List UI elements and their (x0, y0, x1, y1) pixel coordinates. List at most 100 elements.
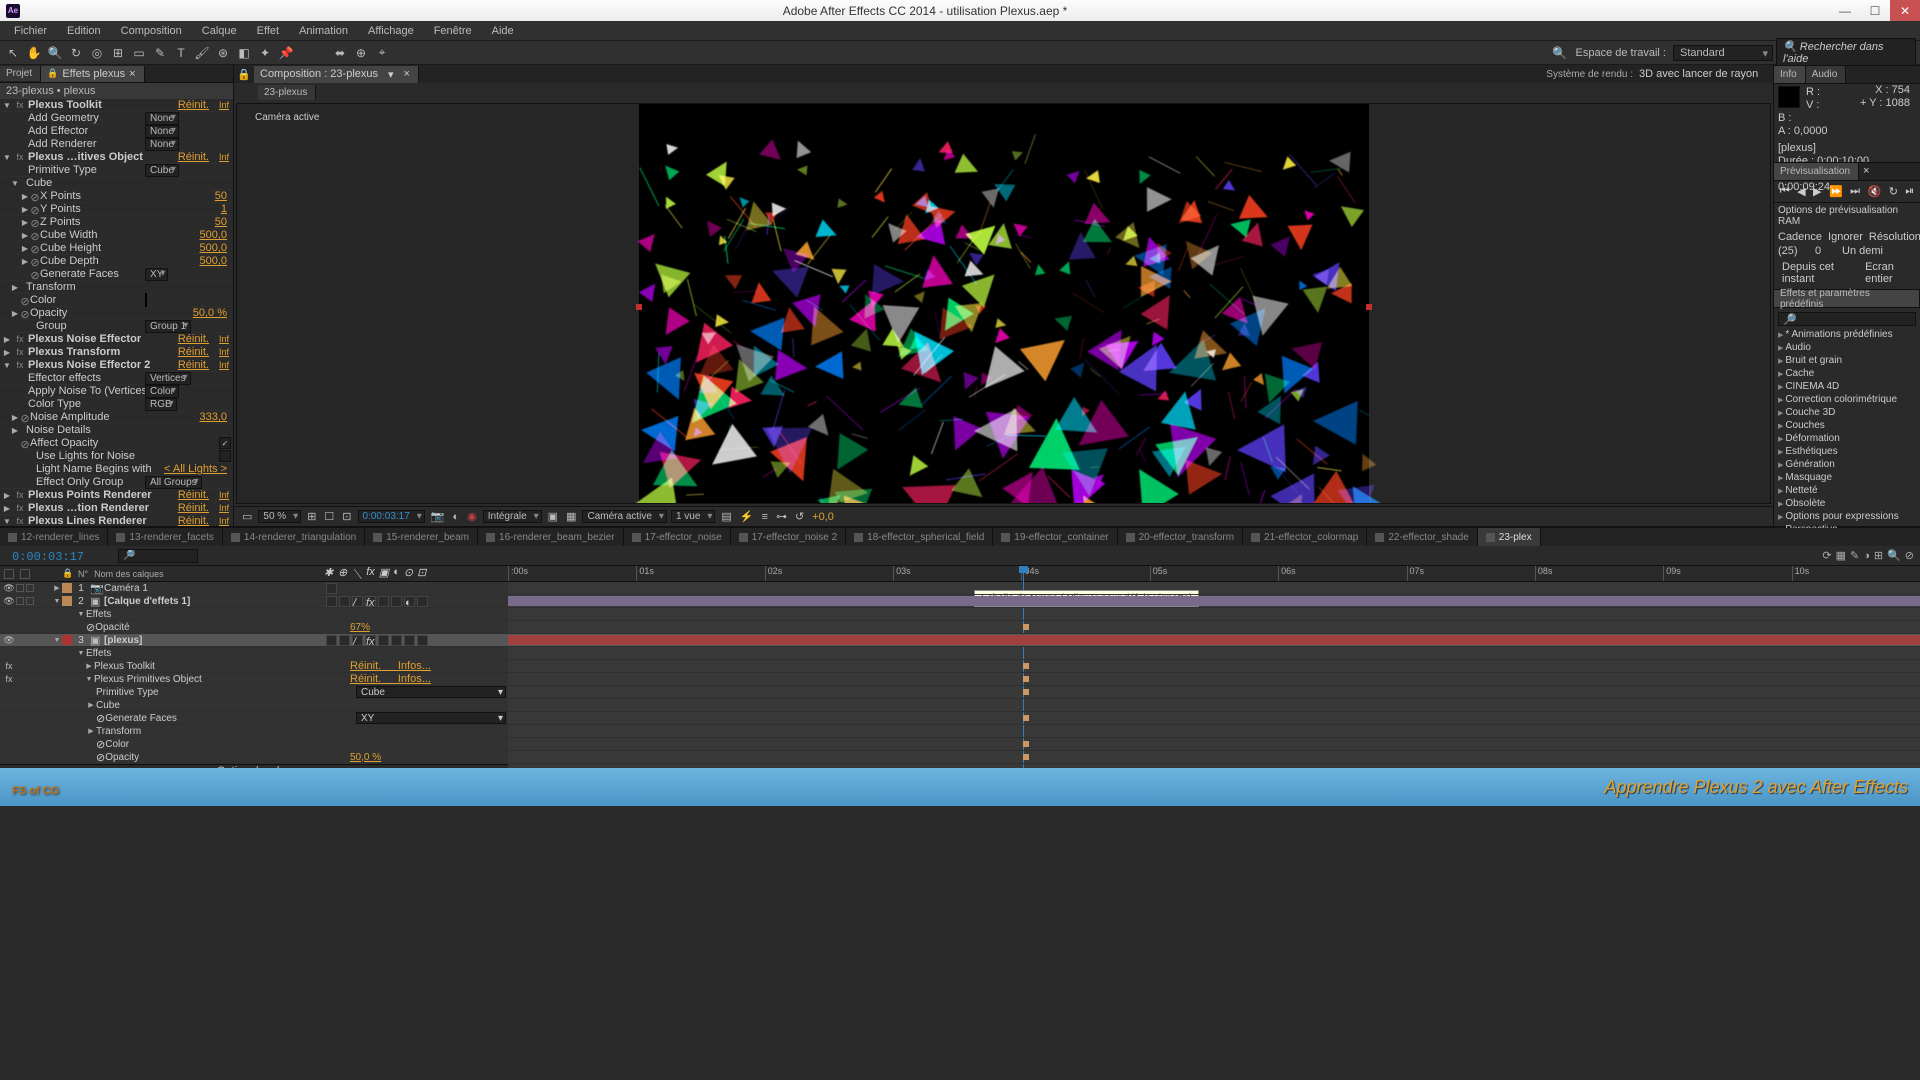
noise-amp-value[interactable]: 333,0 (199, 411, 231, 423)
reset-link[interactable]: Réinit. (178, 99, 213, 111)
use-lights-check[interactable] (219, 450, 231, 462)
preset-item[interactable]: * Animations prédéfinies (1774, 328, 1920, 341)
effects-group[interactable]: Effets (86, 609, 506, 620)
toolkit-prop[interactable]: Plexus Toolkit (94, 661, 346, 672)
about-link[interactable]: Inf (213, 360, 231, 370)
plexus-toolkit-header[interactable]: Plexus Toolkit (28, 99, 178, 111)
opacity-prop[interactable]: Opacity (105, 752, 346, 763)
ram-preview-icon[interactable]: ⏯ (1905, 185, 1914, 198)
preset-item[interactable]: Cache (1774, 367, 1920, 380)
prim-type-dd[interactable]: Cube (356, 686, 506, 698)
menu-file[interactable]: Fichier (4, 23, 57, 39)
tl-tab[interactable]: 15-renderer_beam (365, 528, 478, 546)
menu-effect[interactable]: Effet (247, 23, 289, 39)
prim-type-prop[interactable]: Primitive Type (96, 687, 356, 698)
render-system-select[interactable]: 3D avec lancer de rayon (1639, 68, 1769, 80)
eraser-tool[interactable]: ◧ (235, 44, 253, 62)
magnify-icon[interactable]: ▭ (240, 510, 254, 523)
zoom-select[interactable]: 50 % (258, 510, 301, 523)
preset-item[interactable]: Correction colorimétrique (1774, 393, 1920, 406)
light-name-value[interactable]: < All Lights > (164, 463, 231, 475)
prev-frame-icon[interactable]: ◀ (1797, 185, 1805, 198)
tab-close-icon[interactable]: × (1859, 163, 1873, 180)
gen-faces-dd[interactable]: XY (356, 712, 506, 724)
exposure-value[interactable]: +0,0 (810, 511, 836, 523)
res-select[interactable]: Un demi (1842, 245, 1892, 257)
add-renderer-dd[interactable]: None (145, 138, 179, 151)
comp-subtab[interactable]: 23-plexus (258, 85, 316, 100)
primobj-prop[interactable]: Plexus Primitives Object (94, 674, 346, 685)
transform-prop[interactable]: Transform (96, 726, 506, 737)
reset-link[interactable]: Réinit. (178, 502, 213, 514)
channel-icon[interactable]: ⊡ (340, 510, 353, 523)
cube-width-value[interactable]: 500,0 (199, 229, 231, 241)
color-prop[interactable]: Color (105, 739, 346, 750)
group-dd[interactable]: Group 1 (145, 320, 191, 333)
reset-exp-icon[interactable]: ↺ (793, 510, 806, 523)
menu-animation[interactable]: Animation (289, 23, 358, 39)
views-select[interactable]: 1 vue (671, 510, 715, 523)
reset-link[interactable]: Réinit. (178, 359, 213, 371)
eye-column-icon[interactable] (4, 569, 14, 579)
noise-effector-header[interactable]: Plexus Noise Effector (28, 333, 178, 345)
cadence-select[interactable]: (25) (1778, 245, 1812, 257)
plexus-transform-header[interactable]: Plexus Transform (28, 346, 178, 358)
audio-column-icon[interactable] (20, 569, 30, 579)
preset-item[interactable]: Options pour expressions (1774, 510, 1920, 523)
menu-help[interactable]: Aide (482, 23, 524, 39)
color-swatch[interactable] (145, 293, 147, 307)
time-display[interactable]: 0:00:03:17 (358, 510, 425, 523)
type-tool[interactable]: T (172, 44, 190, 62)
opacity-prop[interactable]: Opacité (95, 622, 346, 633)
grid-icon[interactable]: ⊞ (305, 510, 318, 523)
preset-item[interactable]: Bruit et grain (1774, 354, 1920, 367)
tl-tool-icon[interactable]: 🔍 (1887, 549, 1901, 562)
opacity-value[interactable]: 50,0 % (346, 752, 506, 763)
about-link[interactable]: Inf (213, 334, 231, 344)
current-time[interactable]: 0:00:03:17 (6, 547, 106, 567)
reset-link[interactable]: Réinit. (178, 515, 213, 526)
menu-view[interactable]: Affichage (358, 23, 424, 39)
tl-tool-icon[interactable]: ▦ (1836, 549, 1846, 562)
audio-tab[interactable]: Audio (1806, 66, 1847, 83)
world-axis-icon[interactable]: ⊕ (352, 44, 370, 62)
region-icon[interactable]: ▣ (546, 510, 560, 523)
noise-effector2-header[interactable]: Plexus Noise Effector 2 (28, 359, 178, 371)
play-icon[interactable]: ▶ (1813, 185, 1821, 198)
prim-object-header[interactable]: Plexus …itives Object (28, 151, 178, 163)
effects-tab[interactable]: 🔒 Effets plexus × (41, 66, 144, 82)
z-points-value[interactable]: 50 (215, 216, 231, 228)
minimize-button[interactable]: — (1830, 0, 1860, 21)
cube-group[interactable]: Cube (20, 177, 231, 189)
menu-composition[interactable]: Composition (111, 23, 192, 39)
camera-select[interactable]: Caméra active (582, 510, 666, 523)
reset-link[interactable]: Réinit. (178, 346, 213, 358)
camera-tool[interactable]: ◎ (88, 44, 106, 62)
prim-type-dd[interactable]: Cube (145, 164, 179, 177)
composition-tab[interactable]: Composition : 23-plexus ▾× (254, 66, 419, 83)
menu-window[interactable]: Fenêtre (424, 23, 482, 39)
roto-tool[interactable]: ✦ (256, 44, 274, 62)
last-frame-icon[interactable]: ⏭ (1850, 185, 1860, 198)
gen-faces-prop[interactable]: Generate Faces (105, 713, 356, 724)
tl-tab[interactable]: 17-effector_noise 2 (731, 528, 846, 546)
layer-search[interactable] (118, 549, 198, 563)
layer-name[interactable]: [plexus] (104, 635, 326, 646)
color-mgmt-icon[interactable]: ◉ (465, 510, 479, 523)
cube-depth-value[interactable]: 500,0 (199, 255, 231, 267)
pen-tool[interactable]: ✎ (151, 44, 169, 62)
fast-preview-icon[interactable]: ⚡ (738, 510, 756, 523)
tl-tool-icon[interactable]: ⊘ (1905, 549, 1914, 562)
color-type-dd[interactable]: RGB (145, 398, 177, 411)
time-ruler[interactable]: :00s 01s 02s 03s 04s 05s 06s 07s 08s 09s… (508, 566, 1920, 582)
mute-icon[interactable]: 🔇 (1868, 185, 1882, 198)
menu-layer[interactable]: Calque (192, 23, 247, 39)
menu-edit[interactable]: Edition (57, 23, 111, 39)
preset-item[interactable]: Couche 3D (1774, 406, 1920, 419)
selection-tool[interactable]: ↖ (4, 44, 22, 62)
transparency-icon[interactable]: ▦ (564, 510, 578, 523)
preset-item[interactable]: Génération (1774, 458, 1920, 471)
tl-tool-icon[interactable]: ⊞ (1874, 549, 1883, 562)
snap-icon[interactable]: ⌖ (373, 44, 391, 62)
zoom-tool[interactable]: 🔍 (46, 44, 64, 62)
